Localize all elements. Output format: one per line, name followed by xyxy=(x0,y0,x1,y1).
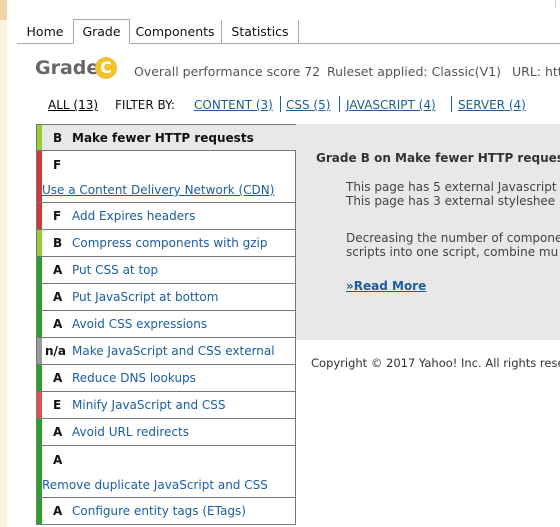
grade-color-bar xyxy=(37,419,42,445)
detail-text: This page has 3 external styleshee xyxy=(346,194,556,208)
ruleset-applied: Ruleset applied: Classic(V1) xyxy=(327,64,502,79)
rule-item[interactable]: F Use a Content Delivery Network (CDN) xyxy=(36,151,296,203)
rule-title-link[interactable]: Compress components with gzip xyxy=(72,236,268,250)
rule-list: B Make fewer HTTP requests F Use a Conte… xyxy=(36,124,306,525)
rule-item[interactable]: A Put JavaScript at bottom xyxy=(36,284,296,311)
rule-title-link[interactable]: Avoid URL redirects xyxy=(72,425,189,439)
rule-title-link[interactable]: Use a Content Delivery Network (CDN) xyxy=(42,183,274,197)
rule-grade: B xyxy=(53,236,63,250)
rule-grade: B xyxy=(53,131,63,145)
filter-javascript-link[interactable]: JAVASCRIPT (4) xyxy=(346,98,436,112)
filter-divider xyxy=(339,96,340,112)
grade-color-bar xyxy=(37,311,42,337)
rule-title-link[interactable]: Configure entity tags (ETags) xyxy=(72,504,246,518)
rule-item[interactable]: E Minify JavaScript and CSS xyxy=(36,392,296,419)
rule-title-link[interactable]: Minify JavaScript and CSS xyxy=(72,398,226,412)
grade-color-bar xyxy=(37,257,42,283)
rule-item[interactable]: A Configure entity tags (ETags) xyxy=(36,498,296,525)
rule-title-link[interactable]: Make JavaScript and CSS external xyxy=(72,344,275,358)
grade-color-bar xyxy=(37,125,42,150)
rule-grade: A xyxy=(53,504,63,518)
rule-title: Make fewer HTTP requests xyxy=(72,131,254,145)
page-title: Grade xyxy=(35,57,100,79)
rule-title-link[interactable]: Avoid CSS expressions xyxy=(72,317,207,331)
tab-home[interactable]: Home xyxy=(17,20,74,43)
filter-by-label: FILTER BY: xyxy=(115,98,175,112)
detail-text: scripts into one script, combine mu xyxy=(346,245,559,259)
rule-title-link[interactable]: Add Expires headers xyxy=(72,209,195,223)
left-edge-strip xyxy=(0,0,7,527)
rule-grade: A xyxy=(53,290,63,304)
left-edge-accent xyxy=(0,0,7,20)
rule-title-link[interactable]: Reduce DNS lookups xyxy=(72,371,196,385)
filter-all-link[interactable]: ALL (13) xyxy=(48,98,98,112)
tab-statistics[interactable]: Statistics xyxy=(222,20,299,43)
rule-grade: n/a xyxy=(45,344,67,358)
grade-color-bar xyxy=(37,365,42,391)
rule-grade: F xyxy=(53,158,62,172)
rule-grade: A xyxy=(53,453,63,467)
copyright-footer: Copyright © 2017 Yahoo! Inc. All rights … xyxy=(311,356,560,370)
detail-title: Grade B on Make fewer HTTP reques xyxy=(316,151,560,165)
rule-item[interactable]: n/a Make JavaScript and CSS external xyxy=(36,338,296,365)
rule-grade: A xyxy=(53,425,63,439)
overall-score: Overall performance score 72 xyxy=(134,64,321,79)
rule-title-link[interactable]: Put CSS at top xyxy=(72,263,158,277)
rule-grade: A xyxy=(53,317,63,331)
filter-divider xyxy=(280,96,281,112)
rule-detail-pane: Grade B on Make fewer HTTP reques This p… xyxy=(296,124,560,340)
grade-color-bar xyxy=(37,392,42,418)
grade-color-bar xyxy=(37,338,42,364)
filter-server-link[interactable]: SERVER (4) xyxy=(458,98,526,112)
rule-grade: A xyxy=(53,263,63,277)
filter-content-link[interactable]: CONTENT (3) xyxy=(194,98,273,112)
detail-text: Decreasing the number of compone xyxy=(346,231,560,245)
rule-grade: E xyxy=(53,398,62,412)
grade-color-bar xyxy=(37,284,42,310)
rule-item[interactable]: A Reduce DNS lookups xyxy=(36,365,296,392)
rule-item[interactable]: A Put CSS at top xyxy=(36,257,296,284)
overall-grade-badge: C xyxy=(95,57,117,79)
grade-color-bar xyxy=(37,203,42,229)
grade-color-bar xyxy=(37,230,42,256)
rule-grade: F xyxy=(53,209,62,223)
tab-bar: Home Grade Components Statistics xyxy=(17,19,560,44)
rule-item[interactable]: B Compress components with gzip xyxy=(36,230,296,257)
filter-divider xyxy=(451,96,452,112)
read-more-link[interactable]: »Read More xyxy=(346,279,426,293)
rule-item[interactable]: F Add Expires headers xyxy=(36,203,296,230)
rule-title-link[interactable]: Remove duplicate JavaScript and CSS xyxy=(42,478,268,492)
tab-components[interactable]: Components xyxy=(129,20,222,43)
tab-grade[interactable]: Grade xyxy=(73,19,130,44)
rule-title-link[interactable]: Put JavaScript at bottom xyxy=(72,290,218,304)
detail-text: This page has 5 external Javascript xyxy=(346,180,557,194)
page-url: URL: htt xyxy=(512,64,560,79)
filter-css-link[interactable]: CSS (5) xyxy=(286,98,330,112)
rule-item[interactable]: A Avoid CSS expressions xyxy=(36,311,296,338)
rule-grade: A xyxy=(53,371,63,385)
rule-item[interactable]: A Avoid URL redirects xyxy=(36,419,296,446)
rule-item[interactable]: B Make fewer HTTP requests xyxy=(36,124,306,151)
right-edge-line xyxy=(555,0,556,8)
grade-color-bar xyxy=(37,498,42,524)
rule-item[interactable]: A Remove duplicate JavaScript and CSS xyxy=(36,446,296,498)
